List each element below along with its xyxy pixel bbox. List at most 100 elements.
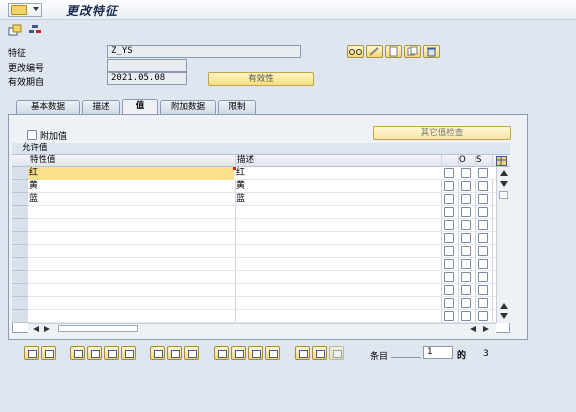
- row-checkbox-o[interactable]: [444, 298, 454, 308]
- value-cell[interactable]: 红: [28, 167, 234, 180]
- edit-button[interactable]: [366, 45, 383, 58]
- tab-additional-data[interactable]: 附加数据: [160, 100, 216, 114]
- empty-table-row[interactable]: [28, 297, 496, 310]
- display-change-button[interactable]: [347, 45, 364, 58]
- other-object-icon[interactable]: [8, 24, 22, 36]
- delete-row-icon[interactable]: [87, 346, 102, 360]
- row-checkbox-extra[interactable]: [478, 194, 488, 204]
- row-checkbox-extra[interactable]: [478, 181, 488, 191]
- row-checkbox-o[interactable]: [444, 220, 454, 230]
- row-checkbox-o[interactable]: [444, 246, 454, 256]
- empty-table-row[interactable]: [28, 245, 496, 258]
- additional-values-checkbox[interactable]: [27, 130, 37, 140]
- tab-values[interactable]: 值: [122, 99, 158, 115]
- row-checkbox-s[interactable]: [461, 194, 471, 204]
- vertical-scrollbar[interactable]: [496, 167, 510, 323]
- row-checkbox-o[interactable]: [444, 194, 454, 204]
- row-checkbox-s[interactable]: [461, 285, 471, 295]
- empty-table-row[interactable]: [28, 232, 496, 245]
- scroll-down-bottom-icon[interactable]: [500, 313, 508, 319]
- row-checkbox-o[interactable]: [444, 311, 454, 321]
- row-checkbox-s[interactable]: [461, 168, 471, 178]
- column-header-description[interactable]: 描述: [237, 155, 254, 166]
- row-checkbox-extra[interactable]: [478, 285, 488, 295]
- find-icon[interactable]: [184, 346, 199, 360]
- edit-value-icon[interactable]: [214, 346, 229, 360]
- table-row[interactable]: 蓝 蓝: [28, 193, 496, 206]
- hierarchy-down-icon[interactable]: [312, 346, 327, 360]
- scroll-up-icon[interactable]: [500, 170, 508, 176]
- scroll-right-icon[interactable]: [44, 326, 50, 332]
- details-icon[interactable]: [121, 346, 136, 360]
- row-checkbox-s[interactable]: [461, 233, 471, 243]
- value-cell[interactable]: 黄: [28, 180, 234, 193]
- hierarchy-icon[interactable]: [28, 24, 42, 36]
- row-checkbox-o[interactable]: [444, 233, 454, 243]
- row-checkbox-extra[interactable]: [478, 220, 488, 230]
- row-checkbox-o[interactable]: [444, 181, 454, 191]
- deselect-all-icon[interactable]: [41, 346, 56, 360]
- tab-description[interactable]: 描述: [82, 100, 120, 114]
- scroll-left-icon[interactable]: [33, 326, 39, 332]
- row-checkbox-o[interactable]: [444, 272, 454, 282]
- system-menu-button[interactable]: [8, 3, 42, 17]
- description-cell[interactable]: 红: [235, 167, 441, 180]
- refresh-icon[interactable]: [265, 346, 280, 360]
- row-checkbox-extra[interactable]: [478, 233, 488, 243]
- row-checkbox-s[interactable]: [461, 311, 471, 321]
- sort-descending-icon[interactable]: [167, 346, 182, 360]
- copy-button[interactable]: [404, 45, 421, 58]
- row-checkbox-extra[interactable]: [478, 298, 488, 308]
- description-cell[interactable]: 黄: [235, 180, 441, 193]
- hierarchy-up-icon[interactable]: [295, 346, 310, 360]
- empty-table-row[interactable]: [28, 284, 496, 297]
- sort-ascending-icon[interactable]: [150, 346, 165, 360]
- table-row[interactable]: 黄 黄: [28, 180, 496, 193]
- row-checkbox-o[interactable]: [444, 259, 454, 269]
- column-header-s[interactable]: S: [476, 155, 481, 166]
- row-checkbox-extra[interactable]: [478, 272, 488, 282]
- value-cell[interactable]: 蓝: [28, 193, 234, 206]
- documents-icon[interactable]: [248, 346, 263, 360]
- row-checkbox-extra[interactable]: [478, 168, 488, 178]
- row-checkbox-s[interactable]: [461, 272, 471, 282]
- empty-table-row[interactable]: [28, 219, 496, 232]
- row-checkbox-o[interactable]: [444, 285, 454, 295]
- row-checkbox-extra[interactable]: [478, 311, 488, 321]
- row-checkbox-extra[interactable]: [478, 259, 488, 269]
- valid-from-field[interactable]: 2021.05.08: [107, 72, 187, 85]
- column-settings-icon[interactable]: [496, 156, 507, 166]
- row-selector-column[interactable]: [12, 167, 28, 323]
- change-number-field[interactable]: [107, 59, 187, 72]
- create-button[interactable]: [385, 45, 402, 58]
- row-checkbox-o[interactable]: [444, 168, 454, 178]
- row-checkbox-s[interactable]: [461, 246, 471, 256]
- column-header-value[interactable]: 特性值: [30, 155, 56, 166]
- row-checkbox-s[interactable]: [461, 298, 471, 308]
- empty-table-row[interactable]: [28, 206, 496, 219]
- column-header-o[interactable]: O: [459, 155, 466, 166]
- scroll-thumb[interactable]: [499, 191, 508, 199]
- empty-table-row[interactable]: [28, 271, 496, 284]
- empty-table-row[interactable]: [28, 310, 496, 323]
- other-value-check-button[interactable]: 其它值检查: [373, 126, 511, 140]
- row-checkbox-s[interactable]: [461, 220, 471, 230]
- row-checkbox-s[interactable]: [461, 207, 471, 217]
- characteristic-field[interactable]: Z_YS: [107, 45, 301, 58]
- scroll-right-end-icon[interactable]: [483, 326, 489, 332]
- scroll-left-end-icon[interactable]: [470, 326, 476, 332]
- row-checkbox-s[interactable]: [461, 259, 471, 269]
- h-scroll-thumb[interactable]: [58, 325, 138, 332]
- row-checkbox-o[interactable]: [444, 207, 454, 217]
- change-value-icon[interactable]: [231, 346, 246, 360]
- tab-restrictions[interactable]: 限制: [218, 100, 256, 114]
- entry-input[interactable]: 1: [423, 346, 453, 359]
- tab-basic-data[interactable]: 基本数据: [16, 100, 80, 114]
- select-all-icon[interactable]: [24, 346, 39, 360]
- copy-row-icon[interactable]: [104, 346, 119, 360]
- scroll-up-bottom-icon[interactable]: [500, 303, 508, 309]
- horizontal-scrollbar[interactable]: [28, 323, 496, 333]
- description-cell[interactable]: 蓝: [235, 193, 441, 206]
- row-checkbox-extra[interactable]: [478, 246, 488, 256]
- validity-button[interactable]: 有效性: [208, 72, 314, 86]
